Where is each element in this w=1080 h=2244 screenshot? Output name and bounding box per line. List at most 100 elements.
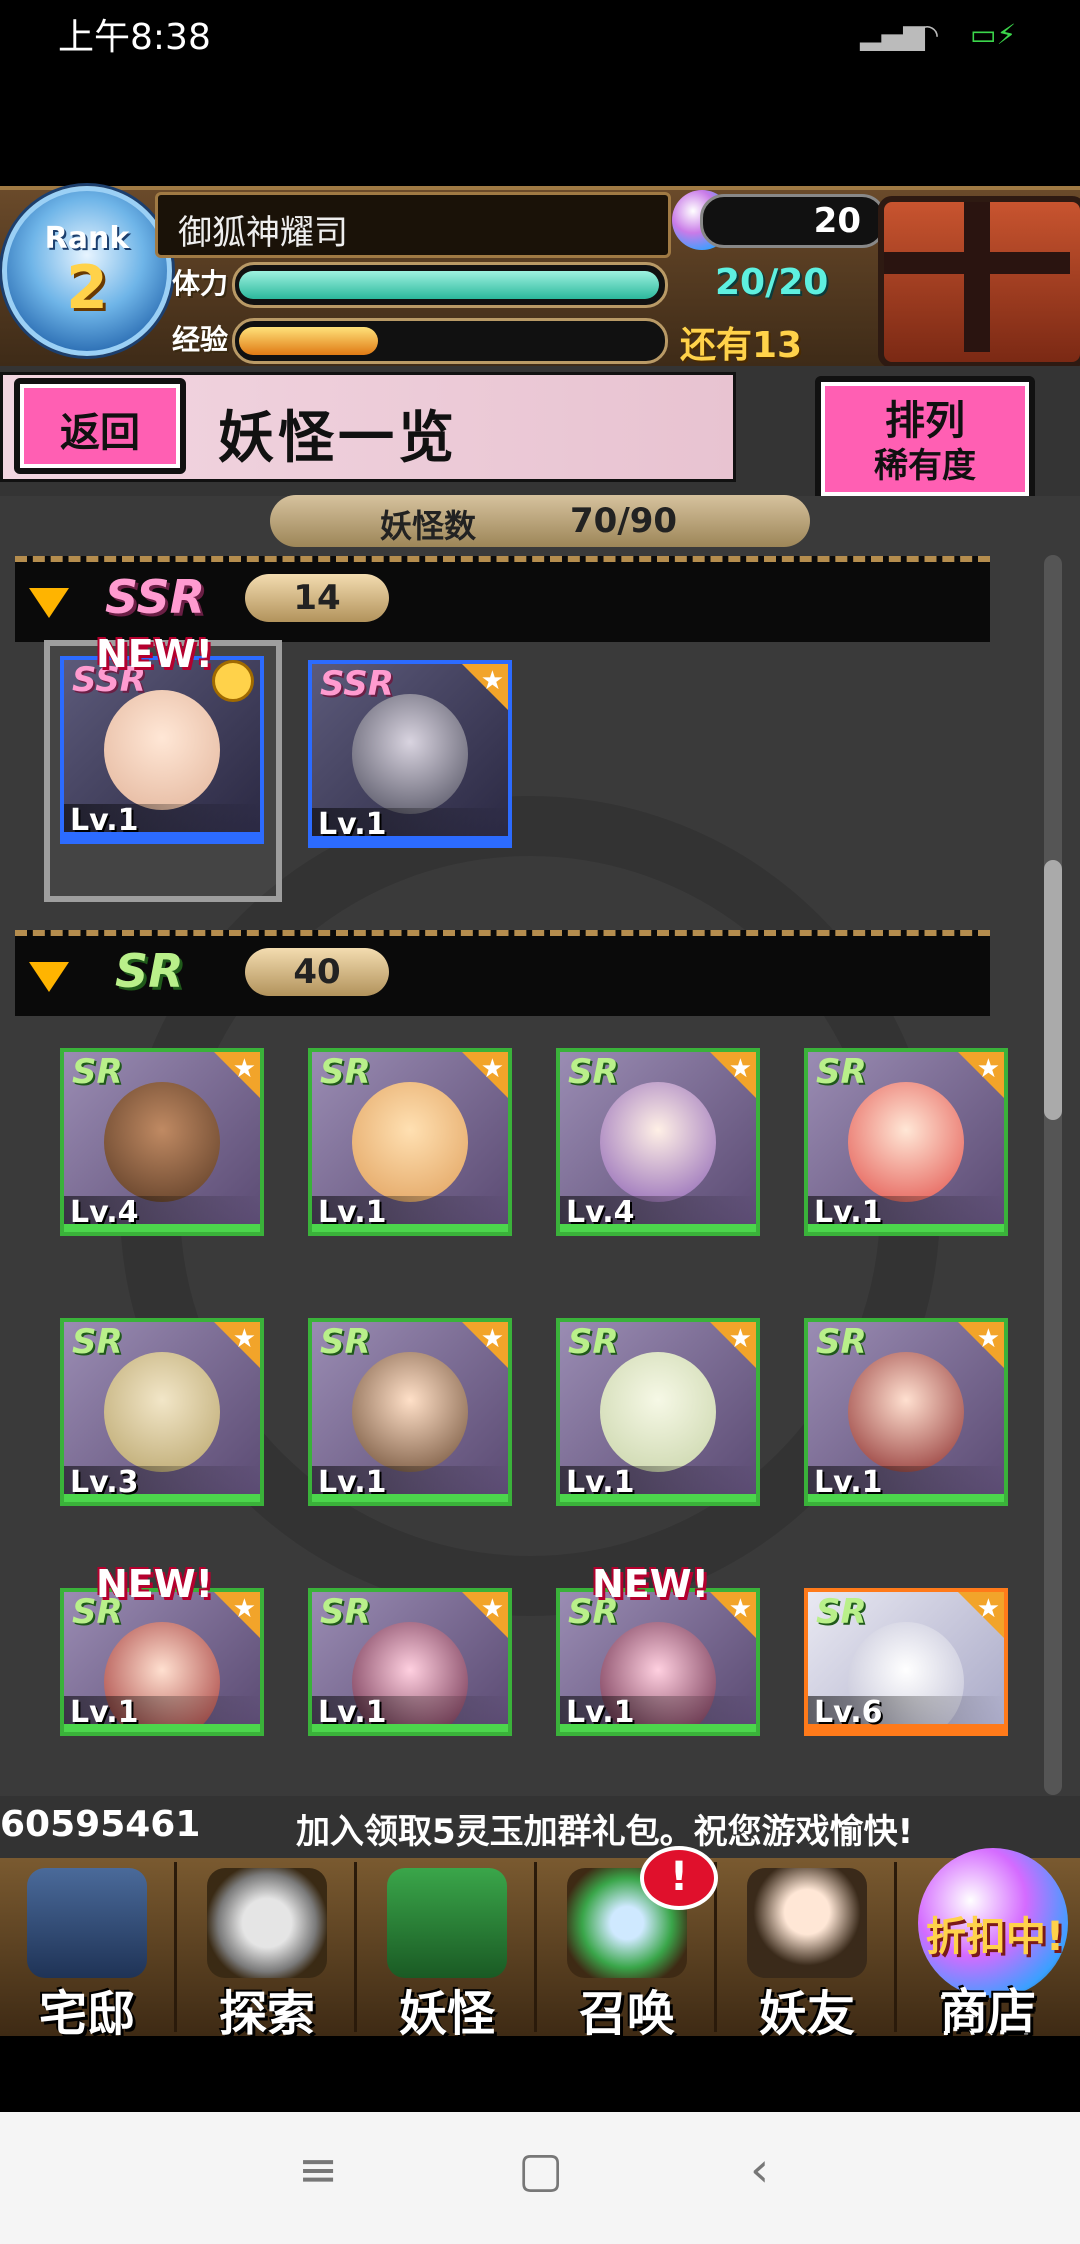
gift-box-icon[interactable] <box>878 196 1080 368</box>
menu-icon[interactable]: ≡ <box>298 2142 338 2198</box>
scrollbar-track[interactable] <box>1044 555 1062 1795</box>
rarity-badge: SR <box>568 1322 619 1362</box>
gem-counter: 20 <box>700 194 886 248</box>
monster-count-label: 妖怪数 <box>380 507 477 545</box>
monster-card[interactable]: ★ SR Lv.1 <box>804 1318 1008 1506</box>
monster-portrait <box>600 1352 716 1472</box>
news-ticker: 60595461 加入领取5灵玉加群礼包。祝您游戏愉快! <box>0 1796 1080 1858</box>
stamina-bar <box>232 262 668 308</box>
sort-button[interactable]: 排列 稀有度 <box>815 376 1035 502</box>
exp-bar-fill <box>239 327 378 355</box>
page-title: 妖怪一览 <box>218 406 458 471</box>
rank-value: 2 <box>66 253 108 323</box>
star-icon: ★ <box>480 1324 504 1354</box>
new-tag: NEW! <box>96 1562 214 1606</box>
scrollbar-thumb[interactable] <box>1044 860 1062 1120</box>
stamina-label: 体力 <box>172 267 229 300</box>
monster-portrait <box>848 1352 964 1472</box>
rank-badge[interactable]: Rank 2 <box>2 186 172 356</box>
monster-card[interactable]: ★ SR Lv.4 <box>556 1048 760 1236</box>
alert-badge: ! <box>640 1846 718 1910</box>
monster-level: Lv.1 <box>318 807 387 842</box>
friend-avatar-icon <box>747 1868 867 1978</box>
rank-label: Rank <box>44 221 130 256</box>
wifi-icon: ◠ <box>915 18 940 51</box>
nav-label: 妖怪 <box>398 1986 495 2042</box>
nav-mansion[interactable]: 宅邸 <box>0 1862 177 2042</box>
nav-monsters[interactable]: 妖怪 <box>360 1862 537 2042</box>
magnifier-icon <box>207 1868 327 1978</box>
monster-level: Lv.1 <box>70 1695 139 1730</box>
monster-card[interactable]: ★ SR Lv.1 <box>556 1588 760 1736</box>
monster-level: Lv.1 <box>318 1195 387 1230</box>
monster-level: Lv.1 <box>318 1695 387 1730</box>
system-nav-bar: ≡ ▢ ‹ <box>0 2112 1080 2244</box>
star-icon: ★ <box>728 1324 752 1354</box>
monster-level: Lv.1 <box>318 1465 387 1500</box>
star-icon: ★ <box>232 1324 256 1354</box>
monster-portrait <box>600 1082 716 1202</box>
section-count: 14 <box>245 574 389 622</box>
monster-count-value: 70/90 <box>570 501 678 541</box>
rarity-badge: SR <box>72 1052 123 1092</box>
monster-card[interactable]: ★ SSR Lv.1 <box>308 660 512 848</box>
monster-portrait <box>848 1082 964 1202</box>
star-icon: ★ <box>232 1594 256 1624</box>
rarity-badge: SR <box>816 1052 867 1092</box>
section-header-ssr[interactable]: SSR 14 <box>15 556 990 642</box>
collapse-triangle-icon <box>29 588 69 618</box>
rarity-badge: SSR <box>320 664 394 704</box>
back-button-label: 返回 <box>60 410 140 456</box>
monster-card[interactable]: ★ SR Lv.6 <box>804 1588 1008 1736</box>
back-button[interactable]: 返回 <box>14 378 186 474</box>
monster-card[interactable]: ★ SR Lv.1 <box>308 1588 512 1736</box>
monster-card[interactable]: ★ SR Lv.3 <box>60 1318 264 1506</box>
nav-label: 妖友 <box>758 1986 855 2042</box>
new-tag: NEW! <box>96 632 214 676</box>
collapse-triangle-icon <box>29 962 69 992</box>
stamina-bar-fill <box>239 271 659 299</box>
monster-count-bar: 妖怪数 70/90 <box>270 495 810 547</box>
monster-card[interactable]: ★ SR Lv.1 <box>60 1588 264 1736</box>
back-icon[interactable]: ‹ <box>750 2142 769 2198</box>
exp-bar <box>232 318 668 364</box>
monster-card[interactable]: ★ SR Lv.4 <box>60 1048 264 1236</box>
section-count: 40 <box>245 948 389 996</box>
star-icon: ★ <box>976 1054 1000 1084</box>
shop-label: 商店 <box>939 1984 1036 2040</box>
monster-card[interactable]: ★ SR Lv.1 <box>308 1048 512 1236</box>
monster-level: Lv.4 <box>566 1195 635 1230</box>
new-tag: NEW! <box>592 1562 710 1606</box>
star-icon: ★ <box>480 1594 504 1624</box>
exp-remaining: 还有13 <box>680 325 803 366</box>
monster-card[interactable]: ★ SR Lv.1 <box>308 1318 512 1506</box>
nav-label: 宅邸 <box>38 1986 135 2042</box>
monster-portrait <box>104 1352 220 1472</box>
battery-icon: ▭⚡ <box>970 18 1017 51</box>
nav-explore[interactable]: 探索 <box>180 1862 357 2042</box>
monster-level: Lv.1 <box>814 1465 883 1500</box>
stamina-value: 20/20 <box>715 262 829 303</box>
ticker-id: 60595461 <box>0 1804 201 1845</box>
monster-card[interactable]: ★ SR Lv.1 <box>556 1318 760 1506</box>
star-icon: ★ <box>976 1324 1000 1354</box>
rarity-badge: SR <box>320 1592 371 1632</box>
monster-card[interactable]: ★ SR Lv.1 <box>804 1048 1008 1236</box>
rarity-badge: SR <box>568 1052 619 1092</box>
star-icon: ★ <box>480 666 504 696</box>
monster-level: Lv.1 <box>566 1465 635 1500</box>
exp-label: 经验 <box>172 323 229 356</box>
ticker-message: 加入领取5灵玉加群礼包。祝您游戏愉快! <box>296 1812 914 1852</box>
mansion-icon <box>27 1868 147 1978</box>
monster-level: Lv.6 <box>814 1695 883 1730</box>
shop-promo-label: 折扣中! <box>925 1914 1065 1960</box>
monster-portrait <box>104 1082 220 1202</box>
section-header-sr[interactable]: SR 40 <box>15 930 990 1016</box>
nav-label: 探索 <box>218 1986 315 2042</box>
nav-friends[interactable]: 妖友 <box>720 1862 897 2042</box>
star-icon: ★ <box>728 1594 752 1624</box>
medal-icon <box>212 660 254 702</box>
home-icon[interactable]: ▢ <box>518 2142 563 2198</box>
rarity-label: SR <box>115 944 184 998</box>
star-icon: ★ <box>232 1054 256 1084</box>
